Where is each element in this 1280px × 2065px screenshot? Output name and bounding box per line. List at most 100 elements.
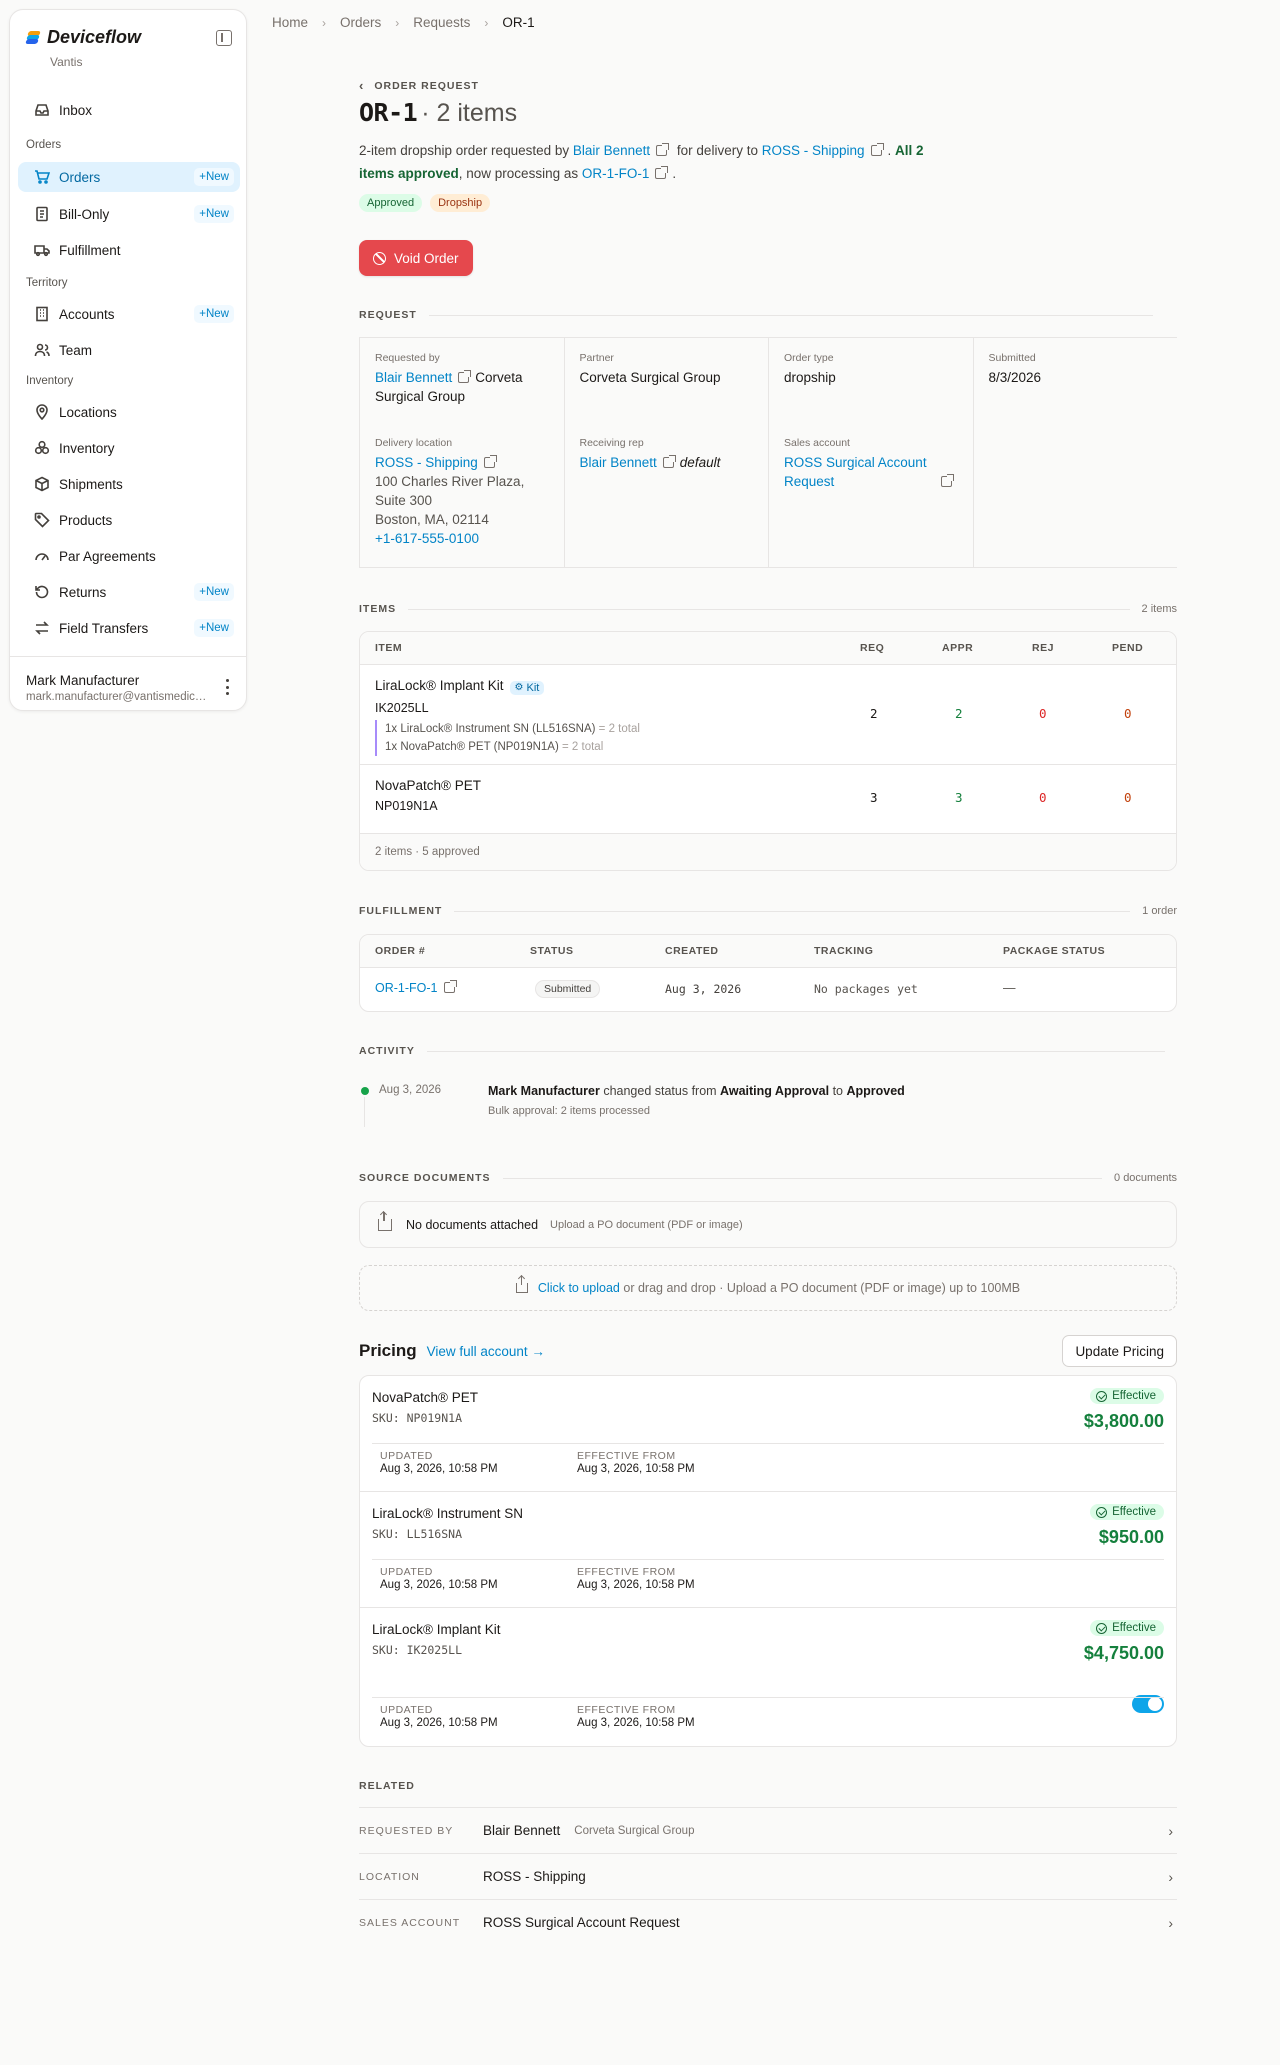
new-return-button[interactable]: + New — [194, 583, 234, 601]
external-link-icon[interactable] — [662, 455, 676, 468]
new-bill-only-button[interactable]: + New — [194, 205, 234, 223]
more-vertical-icon[interactable] — [226, 679, 230, 695]
request-section-header: REQUEST — [359, 309, 1165, 321]
sidebar-item-label: Products — [59, 512, 113, 528]
view-full-account-link[interactable]: View full account → — [427, 1344, 545, 1359]
table-row[interactable]: OR-1-FO-1 Submitted Aug 3, 2026 No packa… — [360, 968, 1176, 1011]
delivery-location-link[interactable]: ROSS - Shipping — [375, 455, 478, 470]
sidebar-item-par-agreements[interactable]: Par Agreements — [18, 541, 240, 571]
section-title: REQUEST — [359, 309, 417, 321]
items-footer: 2 items · 5 approved — [360, 834, 1176, 870]
gauge-icon — [34, 548, 50, 564]
sidebar-item-returns[interactable]: Returns + New — [18, 577, 240, 607]
external-link-icon[interactable] — [443, 980, 457, 993]
sidebar-item-locations[interactable]: Locations — [18, 397, 240, 427]
section-count: 2 items — [1141, 603, 1177, 615]
table-header: ORDER # STATUS CREATED TRACKING PACKAGE … — [360, 935, 1176, 968]
related-row-location[interactable]: LOCATION ROSS - Shipping › — [359, 1853, 1177, 1899]
column-header: REJ — [1032, 642, 1054, 654]
section-count: 1 order — [1142, 905, 1177, 917]
section-title: ACTIVITY — [359, 1045, 415, 1057]
sidebar-item-accounts[interactable]: Accounts + New — [18, 299, 240, 329]
field-label: Sales account — [784, 437, 850, 449]
external-link-icon[interactable] — [940, 474, 954, 487]
sidebar-item-field-transfers[interactable]: Field Transfers + New — [18, 613, 240, 643]
summary-text: 2-item dropship order requested by — [359, 143, 573, 158]
sidebar-item-products[interactable]: Products — [18, 505, 240, 535]
timeline-line — [364, 1097, 365, 1127]
activity-note: Bulk approval: 2 items processed — [488, 1105, 651, 1117]
related-value: ROSS Surgical Account Request — [483, 1915, 680, 1930]
phone-link[interactable]: +1-617-555-0100 — [375, 531, 479, 546]
new-field-transfer-button[interactable]: + New — [194, 619, 234, 637]
location-link[interactable]: ROSS - Shipping — [762, 143, 865, 158]
sidebar-item-inventory[interactable]: Inventory — [18, 433, 240, 463]
external-link-icon[interactable] — [458, 370, 472, 383]
sidebar-item-inbox[interactable]: Inbox — [18, 95, 240, 125]
nav-section-orders: Orders — [26, 139, 62, 151]
updated-date: Aug 3, 2026, 10:58 PM — [380, 1579, 498, 1591]
table-row[interactable]: NovaPatch® PET NP019N1A 3 3 0 0 — [360, 765, 1176, 834]
requested-by-value: Blair Bennett Corveta Surgical Group — [375, 368, 549, 406]
update-pricing-button[interactable]: Update Pricing — [1062, 1335, 1177, 1367]
sidebar-item-shipments[interactable]: Shipments — [18, 469, 240, 499]
empty-hint: Upload a PO document (PDF or image) — [550, 1218, 743, 1231]
column-header: REQ — [860, 642, 885, 654]
qty-pending: 0 — [1124, 790, 1132, 805]
column-header: TRACKING — [814, 945, 874, 957]
sidebar-divider — [10, 656, 246, 657]
related-row-sales-account[interactable]: SALES ACCOUNT ROSS Surgical Account Requ… — [359, 1899, 1177, 1945]
upload-icon — [378, 1211, 392, 1231]
brand-name: Deviceflow — [47, 27, 142, 47]
kit-component: 1x NovaPatch® PET (NP019N1A) = 2 total — [385, 740, 604, 753]
effective-date: Aug 3, 2026, 10:58 PM — [577, 1463, 695, 1475]
sales-account-link[interactable]: ROSS Surgical Account Request — [784, 453, 935, 491]
breadcrumb-home[interactable]: Home — [272, 15, 308, 30]
price-item: NovaPatch® PET SKU: NP019N1A Effective $… — [360, 1376, 1176, 1492]
sidebar-collapse-icon[interactable] — [216, 30, 232, 46]
requested-by-link[interactable]: Blair Bennett — [375, 370, 452, 385]
breadcrumb-requests[interactable]: Requests — [413, 15, 470, 30]
new-order-button[interactable]: + New — [194, 168, 234, 186]
click-to-upload-link[interactable]: Click to upload — [538, 1281, 620, 1295]
status-badge: Submitted — [535, 980, 601, 998]
fulfillment-order-link[interactable]: OR-1-FO-1 — [375, 981, 438, 995]
external-link-icon[interactable] — [870, 143, 884, 156]
back-link[interactable]: ‹ ORDER REQUEST — [359, 78, 479, 93]
external-link-icon[interactable] — [656, 143, 670, 156]
breadcrumb-orders[interactable]: Orders — [340, 15, 381, 30]
column-header: CREATED — [665, 945, 719, 957]
related-label: SALES ACCOUNT — [359, 1916, 461, 1929]
order-summary: 2-item dropship order requested by Blair… — [359, 139, 959, 185]
price-amount: $3,800.00 — [1083, 1411, 1164, 1431]
effective-date: Aug 3, 2026, 10:58 PM — [577, 1717, 695, 1729]
tag-icon — [34, 512, 50, 528]
product-sku: SKU: IK2025LL — [372, 1643, 463, 1657]
sidebar-item-label: Fulfillment — [59, 242, 121, 258]
section-title: SOURCE DOCUMENTS — [359, 1172, 491, 1184]
table-row[interactable]: LiraLock® Implant Kit ⚙ Kit IK2025LL 1x Li… — [360, 665, 1176, 765]
pricing-title: Pricing — [359, 1341, 417, 1360]
requested-by-column: Requested by Blair Bennett Corveta Surgic… — [359, 338, 564, 567]
sidebar-item-orders[interactable]: Orders + New — [18, 162, 240, 192]
requester-link[interactable]: Blair Bennett — [573, 143, 650, 158]
kit-badge: ⚙ Kit — [509, 680, 545, 695]
new-account-button[interactable]: + New — [194, 305, 234, 323]
external-link-icon[interactable] — [655, 166, 669, 179]
related-section-title: RELATED — [359, 1780, 415, 1792]
brand[interactable]: Deviceflow — [25, 27, 142, 48]
sidebar-item-bill-only[interactable]: Bill-Only + New — [18, 199, 240, 229]
sidebar-item-fulfillment[interactable]: Fulfillment — [18, 235, 240, 265]
fulfillment-order-link[interactable]: OR-1-FO-1 — [582, 166, 650, 181]
sidebar-item-team[interactable]: Team — [18, 335, 240, 365]
related-row-requested-by[interactable]: REQUESTED BY Blair Bennett Corveta Surgi… — [359, 1807, 1177, 1853]
sales-account: Sales account ROSS Surgical Account Requ… — [784, 437, 958, 491]
fulfillment-table: ORDER # STATUS CREATED TRACKING PACKAGE … — [359, 934, 1177, 1012]
field-label: Delivery location — [375, 437, 453, 449]
receiving-rep-link[interactable]: Blair Bennett — [580, 455, 657, 470]
void-order-button[interactable]: Void Order — [359, 240, 473, 276]
external-link-icon[interactable] — [483, 455, 497, 468]
updated-date: Aug 3, 2026, 10:58 PM — [380, 1717, 498, 1729]
upload-dropzone[interactable]: Click to upload or drag and drop · Uploa… — [359, 1265, 1177, 1311]
upload-icon — [515, 1276, 528, 1293]
